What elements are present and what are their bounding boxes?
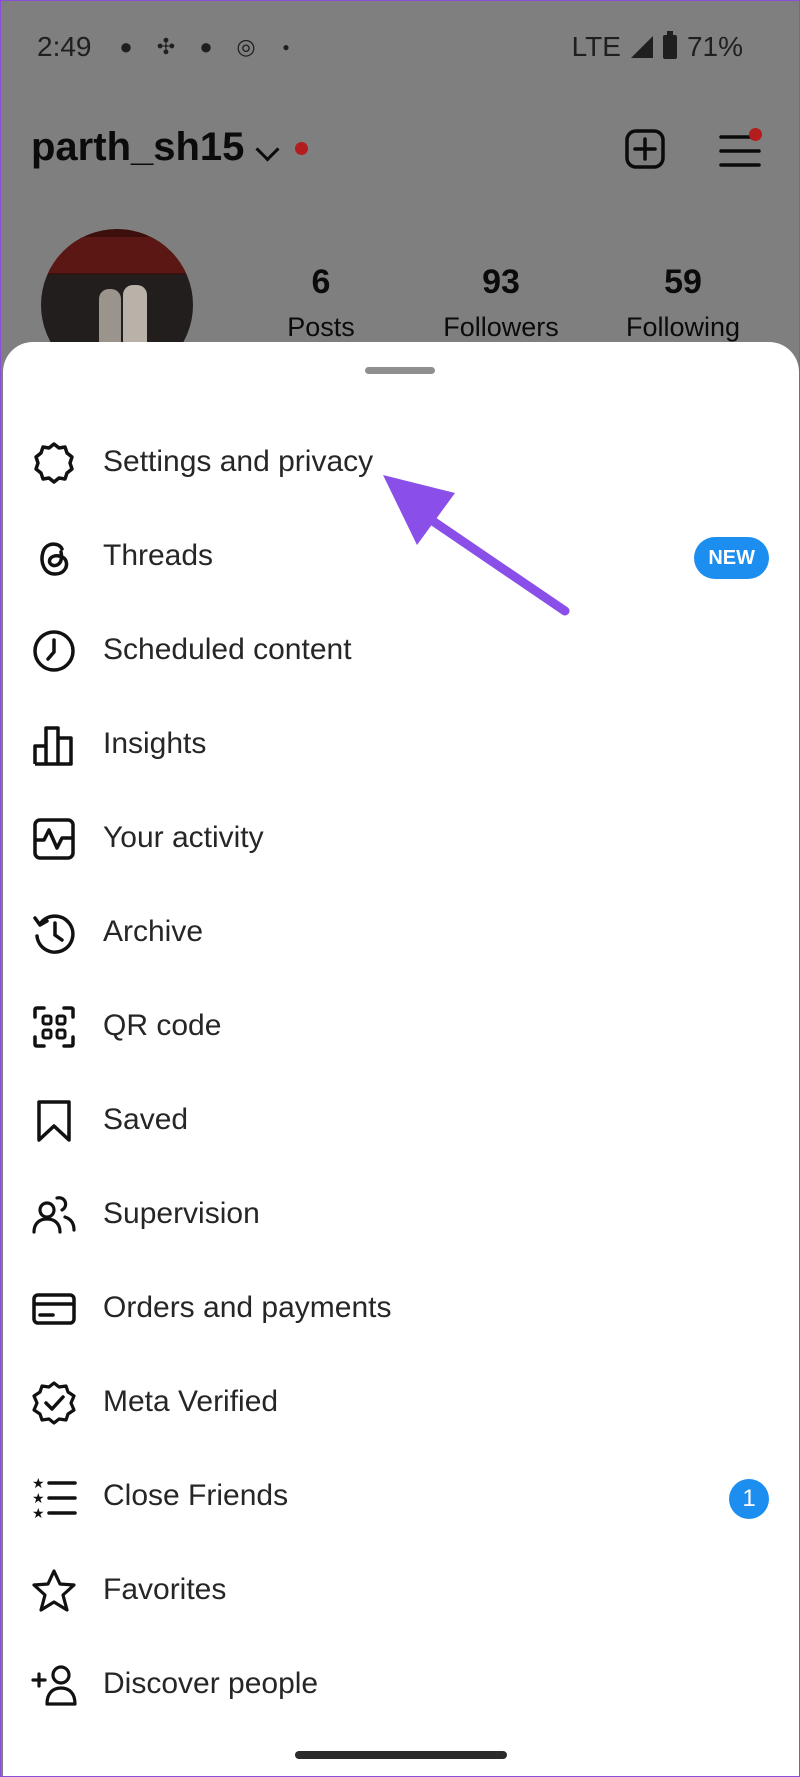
account-username[interactable]: parth_sh15	[31, 125, 244, 170]
drag-handle[interactable]	[365, 367, 435, 374]
messenger-icon: ◎	[236, 34, 256, 59]
stat-value: 59	[664, 263, 702, 301]
stat-label: Following	[625, 312, 741, 342]
more-notifications-dot-icon: ●	[282, 40, 290, 54]
battery-percent: 71%	[686, 31, 743, 62]
message-notification-icon: ●	[199, 34, 213, 59]
status-time: 2:49	[37, 31, 92, 62]
battery-icon	[662, 31, 677, 59]
stat-followers[interactable]: 93 Followers	[421, 263, 581, 343]
home-indicator[interactable]	[295, 1751, 507, 1759]
notification-dot	[295, 142, 308, 155]
screen: 2:49 ● ✣ ● ◎ ● LTE 71% parth_sh15 6 Post…	[0, 0, 800, 1777]
stat-label: Followers	[443, 312, 559, 342]
chevron-down-icon[interactable]	[255, 137, 280, 162]
signal-icon	[630, 36, 653, 58]
slack-icon: ✣	[156, 34, 176, 59]
stat-value: 6	[311, 263, 331, 301]
stat-label: Posts	[287, 312, 355, 342]
notification-icons: ● ✣ ● ◎ ●	[113, 34, 299, 60]
chat-notification-icon: ●	[119, 34, 133, 59]
create-post-icon[interactable]	[625, 129, 665, 169]
stat-value: 93	[482, 263, 520, 301]
status-right: LTE 71%	[572, 31, 743, 63]
status-bar: 2:49 ● ✣ ● ◎ ● LTE 71%	[1, 1, 799, 97]
stat-posts[interactable]: 6 Posts	[241, 263, 401, 343]
menu-notification-dot	[749, 128, 762, 141]
annotation-arrow-icon	[383, 475, 570, 616]
avatar-photo-sign	[41, 237, 193, 273]
stat-following[interactable]: 59 Following	[603, 263, 763, 343]
network-type: LTE	[571, 31, 621, 62]
